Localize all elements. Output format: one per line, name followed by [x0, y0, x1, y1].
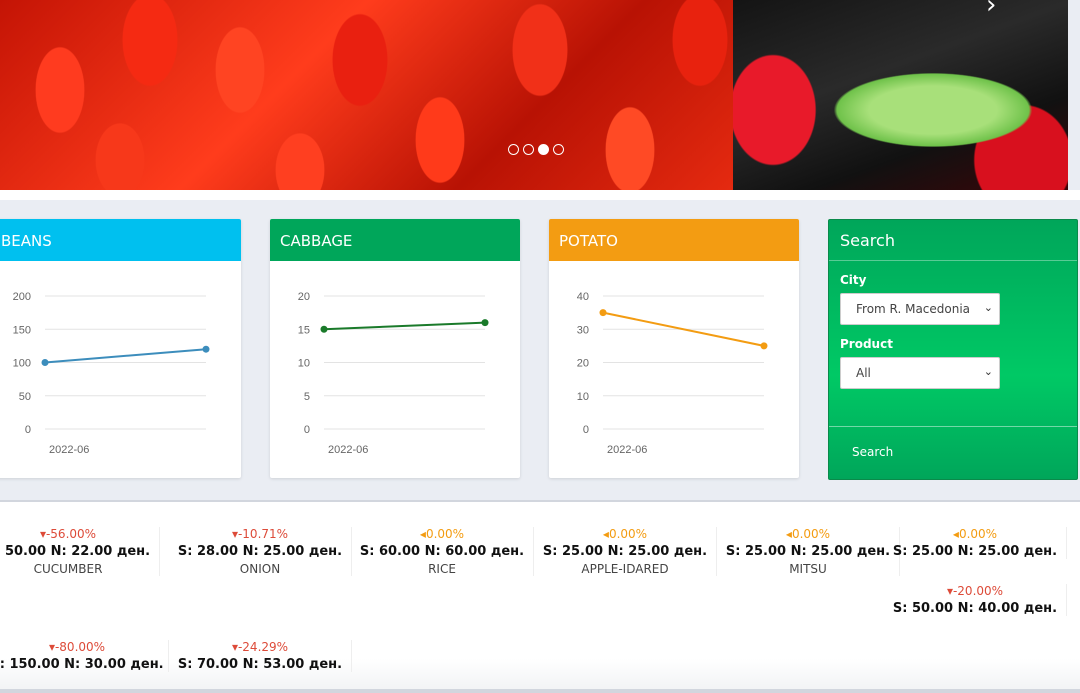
search-panel: Search City From R. Macedonia ⌄ Product …: [828, 219, 1078, 480]
percent-change: ▾-20.00%: [946, 584, 1004, 598]
chart-card-potato: POTATO 0 10 20 30 40 2022-06: [549, 219, 799, 478]
price-values: S: 25.00 N: 25.00 ден.: [542, 544, 708, 559]
data-point: [41, 359, 49, 366]
line-chart-beans: 0 50 100 150 200 2022-06: [13, 291, 210, 456]
card-title: POTATO: [549, 219, 799, 261]
price-values: S: 25.00 N: 25.00 ден.: [725, 544, 891, 559]
price-item: ◂0.00% S: 25.00 N: 25.00 ден.: [884, 527, 1067, 559]
city-select[interactable]: From R. Macedonia ⌄: [840, 293, 1000, 325]
line-chart-potato: 0 10 20 30 40 2022-06: [577, 291, 768, 456]
city-label: City: [840, 273, 867, 287]
price-values: S: 25.00 N: 25.00 ден.: [892, 544, 1058, 559]
percent-change: ▾-56.00%: [39, 527, 97, 541]
slide-image-tomatoes: [0, 0, 733, 190]
x-tick-label: 2022-06: [328, 444, 368, 456]
data-point: [202, 345, 210, 353]
data-point: [481, 319, 489, 327]
data-point: [599, 309, 607, 317]
y-tick-label: 40: [577, 291, 589, 303]
series-line: [44, 348, 207, 364]
percent-change: ◂0.00%: [419, 527, 465, 541]
carousel-dot[interactable]: [553, 144, 564, 155]
chevron-right-icon[interactable]: ›: [986, 0, 996, 18]
line-chart-cabbage: 0 5 10 15 20 2022-06: [298, 291, 489, 456]
chevron-down-icon: ⌄: [983, 301, 993, 314]
price-item: ◂0.00% S: 25.00 N: 25.00 ден. MITSU: [717, 527, 900, 576]
y-tick-label: 0: [304, 424, 310, 436]
chart-card-beans: BEANS 0 50 100 150 200 2022-06: [0, 219, 241, 478]
chevron-down-icon: ⌄: [983, 365, 993, 378]
y-tick-label: 20: [577, 358, 589, 370]
x-tick-label: 2022-06: [607, 444, 647, 456]
product-name: APPLE-IDARED: [581, 562, 669, 576]
city-select-value: From R. Macedonia: [856, 302, 971, 316]
data-point: [760, 342, 768, 350]
price-values: S: 150.00 N: 30.00 ден.: [0, 657, 164, 672]
image-carousel[interactable]: ›: [0, 0, 1068, 190]
y-tick-label: 200: [13, 291, 31, 303]
carousel-bottom-band: [0, 190, 1080, 200]
price-values: S: 70.00 N: 53.00 ден.: [177, 657, 343, 672]
percent-change: ▾-24.29%: [231, 640, 289, 654]
price-values: S: 50.00 N: 40.00 ден.: [892, 601, 1058, 616]
y-tick-label: 5: [304, 391, 310, 403]
card-title: BEANS: [0, 219, 241, 261]
price-values: S: 28.00 N: 25.00 ден.: [177, 544, 343, 559]
y-tick-label: 100: [13, 358, 31, 370]
search-panel-title: Search: [829, 220, 1077, 261]
y-tick-label: 0: [25, 424, 31, 436]
product-name: RICE: [428, 562, 456, 576]
y-tick-label: 50: [19, 391, 31, 403]
product-name: CUCUMBER: [33, 562, 103, 576]
data-point: [320, 325, 328, 333]
product-label: Product: [840, 337, 893, 351]
price-item: ▾-24.29% S: 70.00 N: 53.00 ден.: [169, 640, 352, 672]
y-tick-label: 150: [13, 324, 31, 336]
product-select-value: All: [856, 366, 871, 380]
percent-change: ▾-80.00%: [48, 640, 106, 654]
percent-change: ◂0.00%: [602, 527, 648, 541]
y-tick-label: 20: [298, 291, 310, 303]
y-tick-label: 10: [577, 391, 589, 403]
y-tick-label: 10: [298, 358, 310, 370]
carousel-dot[interactable]: [523, 144, 534, 155]
percent-change: ▾-10.71%: [231, 527, 289, 541]
percent-change: ◂0.00%: [785, 527, 831, 541]
price-values: S: 50.00 N: 22.00 ден.: [0, 544, 151, 559]
price-item: ▾-80.00% S: 150.00 N: 30.00 ден.: [0, 640, 169, 672]
slide-image-peppers: [733, 0, 1068, 190]
price-item: ◂0.00% S: 60.00 N: 60.00 ден. RICE: [351, 527, 534, 576]
x-tick-label: 2022-06: [49, 444, 89, 456]
price-item: ▾-56.00% S: 50.00 N: 22.00 ден. CUCUMBER: [0, 527, 160, 576]
page-bottom-border: [0, 689, 1080, 693]
carousel-dot-active[interactable]: [538, 144, 549, 155]
percent-change: ◂0.00%: [952, 527, 998, 541]
y-tick-label: 15: [298, 324, 310, 336]
carousel-dot[interactable]: [508, 144, 519, 155]
price-values: S: 60.00 N: 60.00 ден.: [359, 544, 525, 559]
product-name: MITSU: [789, 562, 827, 576]
price-item: ▾-10.71% S: 28.00 N: 25.00 ден. ONION: [169, 527, 352, 576]
chart-card-cabbage: CABBAGE 0 5 10 15 20 2022-06: [270, 219, 520, 478]
y-tick-label: 30: [577, 324, 589, 336]
product-select[interactable]: All ⌄: [840, 357, 1000, 389]
search-button[interactable]: Search: [852, 445, 893, 459]
price-item: ◂0.00% S: 25.00 N: 25.00 ден. APPLE-IDAR…: [534, 527, 717, 576]
y-tick-label: 0: [583, 424, 589, 436]
product-name: ONION: [239, 562, 281, 576]
price-item: ▾-20.00% S: 50.00 N: 40.00 ден.: [884, 584, 1067, 616]
carousel-indicators: [508, 144, 564, 155]
series-line: [323, 321, 486, 331]
price-change-strip: ▾-56.00% S: 50.00 N: 22.00 ден. CUCUMBER…: [0, 500, 1080, 693]
card-title: CABBAGE: [270, 219, 520, 261]
